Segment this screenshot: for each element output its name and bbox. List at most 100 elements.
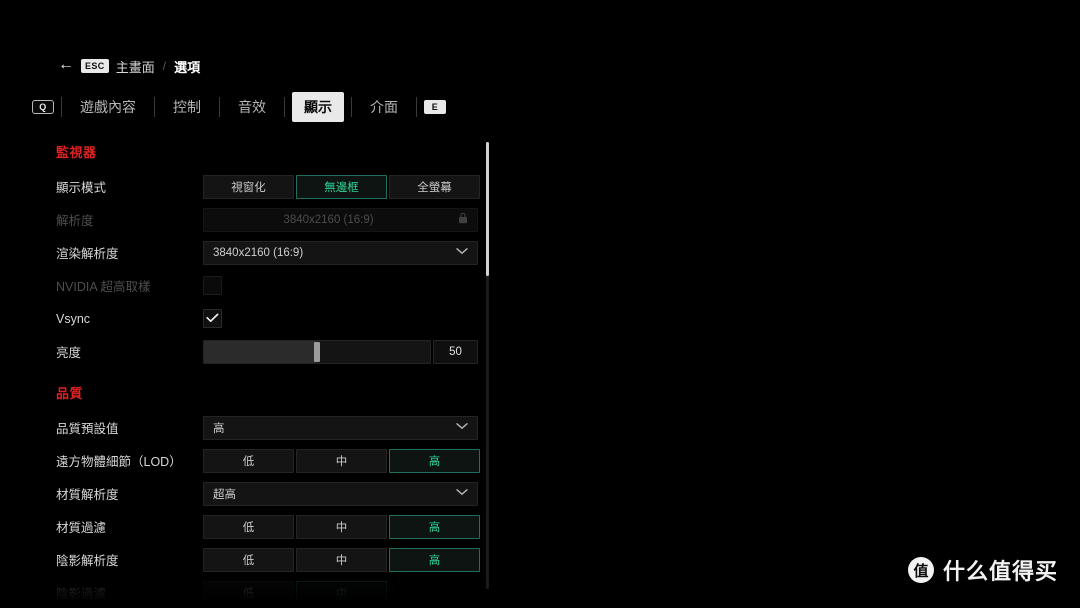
slider-value-brightness: 50: [433, 339, 478, 364]
setting-row-shadow-filtering: 陰影過濾 低 中: [0, 576, 500, 608]
breadcrumb-home[interactable]: 主畫面: [116, 57, 155, 76]
arrow-left-icon[interactable]: ←: [58, 57, 74, 73]
setting-label: 遠方物體細節（LOD）: [56, 455, 182, 469]
setting-row-texture-resolution: 材質解析度 超高: [0, 477, 500, 510]
setting-control: 3840x2160 (16:9): [203, 207, 478, 232]
segment-fullscreen[interactable]: 全螢幕: [389, 174, 480, 199]
segment-high[interactable]: 高: [389, 448, 480, 473]
scrollbar-track[interactable]: [486, 142, 489, 589]
setting-control: 50: [203, 339, 478, 364]
prev-tab-key-badge[interactable]: Q: [32, 100, 54, 114]
setting-label: 陰影解析度: [56, 554, 119, 568]
setting-label: 亮度: [56, 346, 82, 360]
dropdown-value: 超高: [213, 488, 236, 501]
section-title-monitor: 監視器: [56, 145, 97, 160]
tab-divider: [219, 97, 220, 117]
readonly-field-resolution: 3840x2160 (16:9): [203, 207, 478, 232]
setting-label: 顯示模式: [56, 181, 107, 195]
setting-control: 低 中 高: [203, 547, 480, 572]
setting-row-resolution: 解析度 3840x2160 (16:9): [0, 203, 500, 236]
tab-interface[interactable]: 介面: [359, 93, 409, 121]
watermark: 值 什么值得买: [907, 554, 1058, 586]
setting-control: [203, 309, 478, 328]
setting-row-brightness: 亮度 50: [0, 335, 500, 368]
setting-row-lod: 遠方物體細節（LOD） 低 中 高: [0, 444, 500, 477]
watermark-text: 什么值得买: [942, 559, 1058, 584]
settings-panel: 監視器 顯示模式 視窗化 無邊框 全螢幕 解析度 3840x2160 (16:9…: [0, 135, 500, 608]
segment-medium[interactable]: 中: [296, 448, 387, 473]
setting-label: 解析度: [56, 214, 94, 228]
segmented-control-shadow-resolution: 低 中 高: [203, 547, 480, 572]
resolution-value: 3840x2160 (16:9): [283, 213, 374, 226]
section-title-quality: 品質: [56, 386, 84, 401]
setting-control: 視窗化 無邊框 全螢幕: [203, 174, 480, 199]
segment-medium[interactable]: 中: [296, 580, 387, 605]
slider-brightness[interactable]: [203, 339, 431, 364]
tab-divider: [416, 97, 417, 117]
setting-label: 陰影過濾: [56, 587, 107, 601]
chevron-down-icon: [456, 488, 468, 499]
setting-control: 3840x2160 (16:9): [203, 240, 478, 265]
setting-label: 材質解析度: [56, 488, 119, 502]
segment-low[interactable]: 低: [203, 514, 294, 539]
setting-control: 低 中 高: [203, 448, 480, 473]
setting-row-render-resolution: 渲染解析度 3840x2160 (16:9): [0, 236, 500, 269]
setting-label: NVIDIA 超高取樣: [56, 280, 151, 294]
setting-row-texture-filtering: 材質過濾 低 中 高: [0, 510, 500, 543]
breadcrumb-current: 選項: [174, 59, 201, 75]
segment-low[interactable]: 低: [203, 448, 294, 473]
dropdown-value: 高: [213, 422, 225, 435]
chevron-down-icon: [456, 422, 468, 433]
breadcrumb-separator: /: [162, 59, 167, 73]
setting-row-nvidia-dsr: NVIDIA 超高取樣: [0, 269, 500, 302]
setting-row-quality-preset: 品質預設值 高: [0, 411, 500, 444]
esc-key-badge[interactable]: ESC: [81, 59, 109, 73]
setting-row-shadow-resolution: 陰影解析度 低 中 高: [0, 543, 500, 576]
dropdown-texture-resolution[interactable]: 超高: [203, 481, 478, 506]
slider-group-brightness: 50: [203, 339, 478, 364]
setting-control: 低 中 高: [203, 514, 480, 539]
chevron-down-icon: [456, 247, 468, 258]
setting-control: 超高: [203, 481, 478, 506]
setting-label: Vsync: [56, 311, 91, 326]
segment-medium[interactable]: 中: [296, 547, 387, 572]
tab-divider: [154, 97, 155, 117]
next-tab-key-badge[interactable]: E: [424, 100, 446, 114]
setting-control: 低 中: [203, 580, 478, 605]
segment-windowed[interactable]: 視窗化: [203, 174, 294, 199]
segmented-control-shadow-filtering: 低 中: [203, 580, 478, 605]
check-icon: [206, 313, 219, 325]
segment-high[interactable]: 高: [389, 547, 480, 572]
segment-borderless[interactable]: 無邊框: [296, 174, 387, 199]
tab-divider: [61, 97, 62, 117]
tab-audio[interactable]: 音效: [227, 93, 277, 121]
dropdown-render-resolution[interactable]: 3840x2160 (16:9): [203, 240, 478, 265]
setting-control: [203, 276, 478, 295]
dropdown-quality-preset[interactable]: 高: [203, 415, 478, 440]
segmented-control-lod: 低 中 高: [203, 448, 480, 473]
checkbox-vsync[interactable]: [203, 309, 222, 328]
setting-label: 渲染解析度: [56, 247, 119, 261]
checkbox-nvidia-dsr[interactable]: [203, 276, 222, 295]
setting-control: 高: [203, 415, 478, 440]
setting-row-display-mode: 顯示模式 視窗化 無邊框 全螢幕: [0, 170, 500, 203]
tab-gameplay[interactable]: 遊戲內容: [69, 93, 147, 121]
tab-divider: [284, 97, 285, 117]
segmented-control-texture-filtering: 低 中 高: [203, 514, 480, 539]
setting-label: 品質預設值: [56, 422, 119, 436]
tab-controls[interactable]: 控制: [162, 93, 212, 121]
segment-medium[interactable]: 中: [296, 514, 387, 539]
setting-label: 材質過濾: [56, 521, 107, 535]
setting-row-vsync: Vsync: [0, 302, 500, 335]
tab-display[interactable]: 顯示: [292, 92, 344, 122]
segment-high[interactable]: 高: [389, 514, 480, 539]
tab-divider: [351, 97, 352, 117]
segment-low[interactable]: 低: [203, 547, 294, 572]
dropdown-value: 3840x2160 (16:9): [213, 246, 304, 259]
slider-handle[interactable]: [314, 341, 320, 362]
scrollbar-thumb[interactable]: [486, 142, 489, 277]
segment-low[interactable]: 低: [203, 580, 294, 605]
slider-fill: [204, 340, 317, 363]
game-options-screen: ← ESC 主畫面 / 選項 Q 遊戲內容 控制 音效 顯示 介面 E 監視器 …: [0, 0, 1080, 608]
breadcrumb: ← ESC 主畫面 / 選項: [58, 56, 200, 76]
